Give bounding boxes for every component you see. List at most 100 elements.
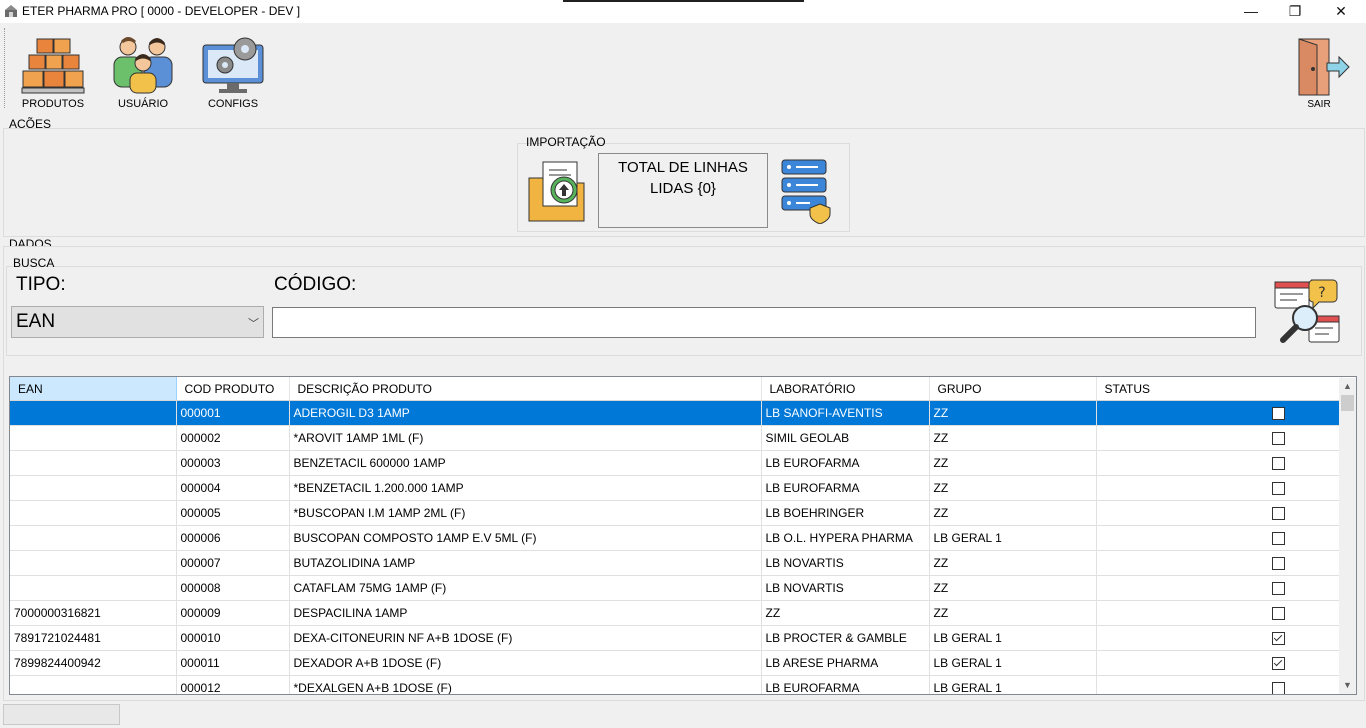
table-row[interactable]: 000002 *AROVIT 1AMP 1ML (F) SIMIL GEOLAB ZZ <box>10 425 1342 451</box>
column-header-grupo[interactable]: GRUPO <box>929 377 1097 401</box>
cell-laboratorio: LB NOVARTIS <box>761 550 930 576</box>
configs-label: CONFIGS <box>207 98 259 110</box>
products-table: EAN COD PRODUTO DESCRIÇÃO PRODUTO LABORA… <box>10 377 1342 694</box>
server-shield-icon <box>781 159 831 225</box>
cell-status <box>1096 600 1342 626</box>
cell-descricao: DEXADOR A+B 1DOSE (F) <box>289 650 762 676</box>
restore-button[interactable]: ❐ <box>1272 0 1318 23</box>
cell-laboratorio: LB PROCTER & GAMBLE <box>761 625 930 651</box>
column-header-cod-produto[interactable]: COD PRODUTO <box>176 377 290 401</box>
cell-ean <box>10 575 177 601</box>
cell-grupo: ZZ <box>929 600 1097 626</box>
produtos-label: PRODUTOS <box>21 98 85 110</box>
table-row[interactable]: 000012 *DEXALGEN A+B 1DOSE (F) LB EUROFARM… <box>10 675 1342 694</box>
table-row[interactable]: 000004 *BENZETACIL 1.200.000 1AMP LB EUROF… <box>10 475 1342 501</box>
cell-status <box>1096 550 1342 576</box>
status-checkbox[interactable] <box>1272 507 1285 521</box>
cell-grupo: ZZ <box>929 450 1097 476</box>
table-row[interactable]: 000007 BUTAZOLIDINA 1AMP LB NOVARTIS ZZ <box>10 550 1342 576</box>
table-row[interactable]: 000003 BENZETACIL 600000 1AMP LB EUROFARMA… <box>10 450 1342 476</box>
scroll-down-icon[interactable]: ▼ <box>1339 677 1356 694</box>
tipo-select[interactable]: EAN ﹀ <box>11 306 264 338</box>
table-row[interactable]: 7899824400942 000011 DEXADOR A+B 1DOSE (F)… <box>10 650 1342 676</box>
table-row[interactable]: 000005 *BUSCOPAN I.M 1AMP 2ML (F) LB BOEHR… <box>10 500 1342 526</box>
tipo-label: TIPO: <box>16 274 66 295</box>
cell-status <box>1096 575 1342 601</box>
status-checkbox[interactable] <box>1272 682 1285 694</box>
table-row[interactable]: 000001 ADEROGIL D3 1AMP LB SANOFI-AVENTIS Z… <box>10 400 1342 426</box>
codigo-input[interactable] <box>272 307 1256 338</box>
cell-cod-produto: 000004 <box>176 475 290 501</box>
table-row[interactable]: 7000000316821 000009 DESPACILINA 1AMP ZZ ZZ <box>10 600 1342 626</box>
column-header-ean[interactable]: EAN <box>10 377 177 401</box>
cell-grupo: ZZ <box>929 425 1097 451</box>
status-checkbox[interactable] <box>1272 432 1285 446</box>
cell-descricao: BUSCOPAN COMPOSTO 1AMP E.V 5ML (F) <box>289 525 762 551</box>
grid-body: 000001 ADEROGIL D3 1AMP LB SANOFI-AVENTIS Z… <box>10 400 1342 694</box>
cell-ean <box>10 550 177 576</box>
search-magnifier-icon: ? <box>1274 279 1340 343</box>
sair-button[interactable]: SAIR <box>1279 31 1359 115</box>
cell-descricao: *DEXALGEN A+B 1DOSE (F) <box>289 675 762 694</box>
search-button[interactable]: ? <box>1273 278 1341 344</box>
cell-laboratorio: LB ARESE PHARMA <box>761 650 930 676</box>
cell-ean <box>10 425 177 451</box>
database-button[interactable] <box>780 158 834 225</box>
status-checkbox[interactable] <box>1272 607 1285 621</box>
grid-vertical-scrollbar[interactable]: ▲ ▼ <box>1339 378 1356 694</box>
cell-laboratorio: ZZ <box>761 600 930 626</box>
cell-grupo: LB GERAL 1 <box>929 625 1097 651</box>
cell-descricao: DESPACILINA 1AMP <box>289 600 762 626</box>
column-header-laboratorio[interactable]: LABORATÓRIO <box>761 377 930 401</box>
cell-cod-produto: 000007 <box>176 550 290 576</box>
cell-cod-produto: 000006 <box>176 525 290 551</box>
cell-ean <box>10 675 177 694</box>
status-checkbox[interactable] <box>1272 457 1285 471</box>
cell-descricao: DEXA-CITONEURIN NF A+B 1DOSE (F) <box>289 625 762 651</box>
usuario-button[interactable]: USUÁRIO <box>103 31 183 115</box>
products-grid[interactable]: EAN COD PRODUTO DESCRIÇÃO PRODUTO LABORA… <box>9 376 1357 695</box>
cell-grupo: LB GERAL 1 <box>929 650 1097 676</box>
column-header-descricao[interactable]: DESCRIÇÃO PRODUTO <box>289 377 762 401</box>
usuario-label: USUÁRIO <box>117 98 169 110</box>
scroll-up-icon[interactable]: ▲ <box>1339 378 1356 395</box>
cell-status <box>1096 650 1342 676</box>
status-checkbox[interactable] <box>1272 532 1285 546</box>
cell-status <box>1096 450 1342 476</box>
cell-ean <box>10 475 177 501</box>
cell-cod-produto: 000009 <box>176 600 290 626</box>
table-row[interactable]: 7891721024481 000010 DEXA-CITONEURIN NF A+… <box>10 625 1342 651</box>
status-checkbox[interactable] <box>1272 407 1285 421</box>
cell-grupo: ZZ <box>929 575 1097 601</box>
svg-text:?: ? <box>1318 285 1325 301</box>
column-header-status[interactable]: STATUS <box>1096 377 1342 401</box>
import-file-button[interactable] <box>527 158 591 224</box>
status-bar-panel <box>3 704 120 725</box>
status-checkbox[interactable] <box>1272 632 1285 646</box>
cell-cod-produto: 000008 <box>176 575 290 601</box>
close-button[interactable]: ✕ <box>1318 0 1364 23</box>
cell-status <box>1096 525 1342 551</box>
tipo-select-value: EAN <box>16 311 56 332</box>
cell-cod-produto: 000011 <box>176 650 290 676</box>
produtos-button[interactable]: PRODUTOS <box>13 31 93 115</box>
configs-button[interactable]: CONFIGS <box>193 31 273 115</box>
cell-descricao: *BENZETACIL 1.200.000 1AMP <box>289 475 762 501</box>
status-checkbox[interactable] <box>1272 482 1285 496</box>
toolbar-grip[interactable] <box>4 28 7 108</box>
table-row[interactable]: 000006 BUSCOPAN COMPOSTO 1AMP E.V 5ML (F)… <box>10 525 1342 551</box>
cell-laboratorio: LB BOEHRINGER <box>761 500 930 526</box>
status-checkbox[interactable] <box>1272 657 1285 671</box>
minimize-button[interactable]: — <box>1228 0 1274 23</box>
cell-grupo: ZZ <box>929 475 1097 501</box>
status-checkbox[interactable] <box>1272 557 1285 571</box>
window-title: ETER PHARMA PRO [ 0000 - DEVELOPER - DEV… <box>22 4 301 18</box>
cell-ean <box>10 450 177 476</box>
scroll-thumb[interactable] <box>1341 395 1354 411</box>
table-row[interactable]: 000008 CATAFLAM 75MG 1AMP (F) LB NOVARTIS Z… <box>10 575 1342 601</box>
cell-cod-produto: 000003 <box>176 450 290 476</box>
cell-ean <box>10 500 177 526</box>
exit-door-icon <box>1298 38 1350 96</box>
status-checkbox[interactable] <box>1272 582 1285 596</box>
cell-descricao: BENZETACIL 600000 1AMP <box>289 450 762 476</box>
